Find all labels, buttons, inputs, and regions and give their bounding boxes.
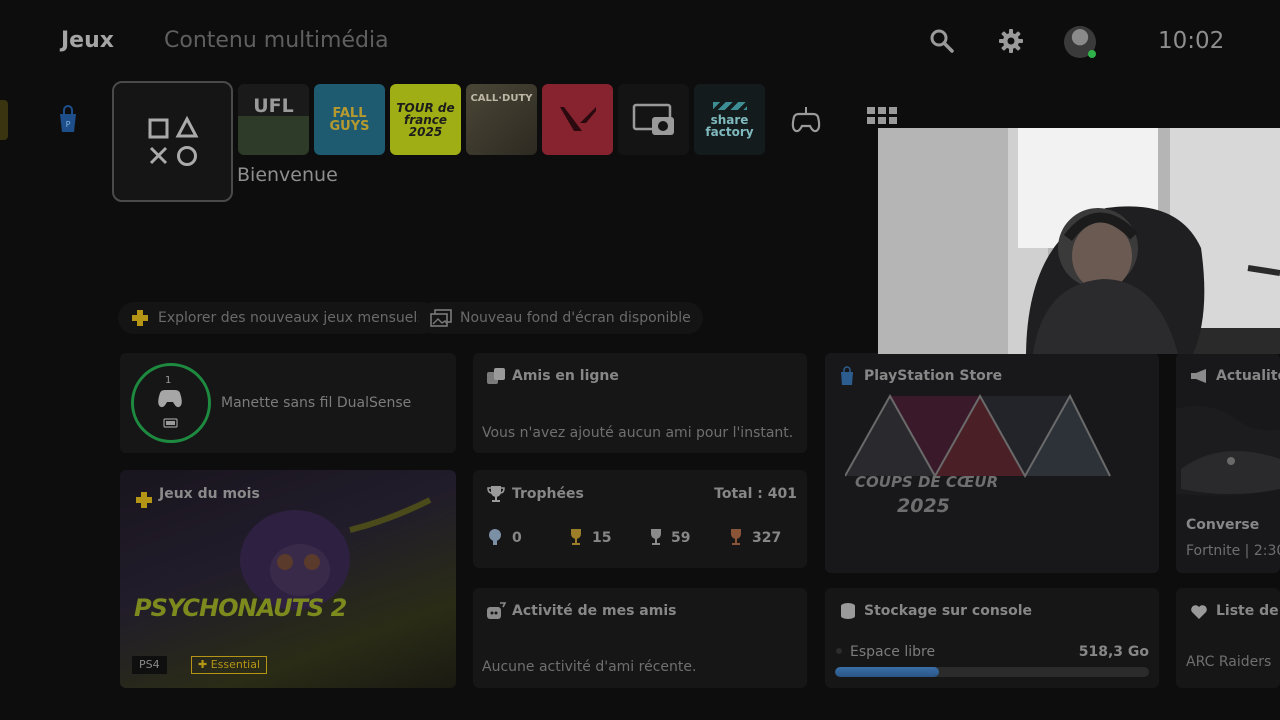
partial-tile-left[interactable] bbox=[0, 100, 8, 140]
news-sneaker-art bbox=[1176, 405, 1280, 496]
platinum-trophy-icon bbox=[489, 529, 501, 545]
storage-free-value: 518,3 Go bbox=[1078, 644, 1149, 660]
tab-media[interactable]: Contenu multimédia bbox=[164, 28, 389, 53]
game-tile-valorant[interactable] bbox=[542, 84, 613, 155]
game-tile-tour-de-france[interactable]: TOUR de france 2025 bbox=[390, 84, 461, 155]
store-banner-line1: COUPS DE CŒUR bbox=[855, 473, 999, 491]
essential-label: Essential bbox=[210, 658, 261, 671]
essential-plus-icon: ✚ bbox=[198, 658, 211, 671]
monthly-games-card[interactable]: Jeux du mois PSYCHONAUTS 2 PS4 ✚ Essenti… bbox=[120, 470, 456, 688]
game-tile-call-of-duty[interactable]: CALL·DUTY bbox=[466, 84, 537, 155]
monthly-games-title: Jeux du mois bbox=[159, 486, 260, 502]
clapper-icon bbox=[712, 101, 747, 110]
storage-card[interactable]: Stockage sur console Espace libre 518,3 … bbox=[825, 588, 1159, 688]
webcam-feed-image bbox=[878, 128, 1280, 354]
media-gallery-icon bbox=[632, 103, 674, 135]
welcome-hub-tile[interactable] bbox=[112, 81, 233, 202]
friends-activity-message: Aucune activité d'ami récente. bbox=[482, 659, 697, 675]
bronze-trophy-icon bbox=[731, 529, 741, 545]
friends-online-title: Amis en ligne bbox=[512, 368, 619, 384]
ps-plus-icon bbox=[132, 310, 148, 326]
storage-icon bbox=[841, 603, 855, 619]
controller-card[interactable]: 1 Manette sans fil DualSense bbox=[120, 353, 456, 453]
controller-label: Manette sans fil DualSense bbox=[221, 395, 412, 411]
controller-icon bbox=[791, 106, 820, 132]
search-icon[interactable] bbox=[929, 28, 955, 54]
wishlist-item: ARC Raiders bbox=[1186, 654, 1272, 670]
game-tile-fall-guys[interactable]: FALL GUYS bbox=[314, 84, 385, 155]
clock: 10:02 bbox=[1158, 28, 1225, 54]
essential-badge: ✚ Essential bbox=[191, 656, 268, 674]
media-gallery-tile[interactable] bbox=[618, 84, 689, 155]
playstation-store-card[interactable]: PlayStation Store COUPS DE CŒUR 2025 bbox=[825, 353, 1159, 573]
ps-store-icon[interactable]: P bbox=[54, 104, 82, 134]
gold-trophy-icon bbox=[571, 529, 581, 545]
storage-bar-fill bbox=[835, 667, 939, 677]
storage-bar bbox=[835, 667, 1149, 677]
wishlist-card[interactable]: Liste de so ARC Raiders bbox=[1176, 588, 1280, 688]
store-banner-art bbox=[845, 393, 1111, 479]
friends-activity-title: Activité de mes amis bbox=[512, 603, 677, 619]
wishlist-title: Liste de so bbox=[1216, 603, 1280, 619]
online-status-dot bbox=[1088, 50, 1096, 58]
explore-monthly-games-link[interactable]: Explorer des nouveaux jeux mensuels bbox=[118, 302, 437, 334]
trophies-title: Trophées bbox=[512, 486, 584, 502]
new-wallpaper-link[interactable]: Nouveau fond d'écran disponible bbox=[418, 302, 703, 334]
store-bag-icon bbox=[841, 366, 853, 385]
friends-activity-card[interactable]: Activité de mes amis Aucune activité d'a… bbox=[473, 588, 807, 688]
playstation-symbols-icon bbox=[148, 115, 198, 166]
store-title: PlayStation Store bbox=[864, 368, 1003, 384]
game-tile-ufl[interactable]: UFL bbox=[238, 84, 309, 155]
friends-activity-icon bbox=[487, 602, 507, 619]
trophies-card[interactable]: Trophées Total : 401 0 15 59 327 bbox=[473, 470, 807, 568]
storage-title: Stockage sur console bbox=[864, 603, 1033, 619]
dualsense-icon bbox=[158, 390, 182, 408]
trophy-icon bbox=[487, 486, 505, 502]
remote-play-tile[interactable] bbox=[770, 84, 841, 155]
wallpaper-icon bbox=[430, 309, 452, 327]
gear-icon[interactable] bbox=[998, 28, 1024, 54]
news-item-sub: Fortnite | 2:30 bbox=[1186, 543, 1280, 559]
svg-text:P: P bbox=[66, 120, 71, 129]
gold-count: 15 bbox=[592, 530, 612, 546]
platinum-count: 0 bbox=[512, 530, 522, 546]
battery-icon bbox=[163, 418, 178, 428]
tab-games[interactable]: Jeux bbox=[61, 28, 114, 53]
silver-trophy-icon bbox=[651, 529, 661, 545]
silver-count: 59 bbox=[671, 530, 691, 546]
friends-icon bbox=[487, 368, 505, 384]
game-tile-share-factory[interactable]: share factory bbox=[694, 84, 765, 155]
news-item-title: Converse bbox=[1186, 517, 1260, 533]
store-banner-line2: 2025 bbox=[897, 495, 950, 517]
monthly-game-logo: PSYCHONAUTS 2 bbox=[134, 594, 347, 622]
bronze-count: 327 bbox=[752, 530, 782, 546]
friends-online-message: Vous n'avez ajouté aucun ami pour l'inst… bbox=[482, 425, 794, 441]
controller-number: 1 bbox=[165, 375, 172, 386]
welcome-label: Bienvenue bbox=[237, 164, 338, 186]
explore-monthly-games-label: Explorer des nouveaux jeux mensuels bbox=[158, 310, 425, 326]
storage-legend-dot bbox=[836, 648, 842, 654]
news-title: Actualités bbox=[1216, 368, 1280, 384]
trophies-total: Total : 401 bbox=[714, 486, 797, 502]
megaphone-icon bbox=[1191, 369, 1206, 383]
new-wallpaper-label: Nouveau fond d'écran disponible bbox=[460, 310, 691, 326]
heart-icon bbox=[1191, 605, 1207, 619]
valorant-logo-icon bbox=[559, 106, 596, 131]
ps-plus-icon bbox=[136, 492, 152, 508]
platform-badge: PS4 bbox=[132, 656, 167, 674]
news-card[interactable]: Actualités Converse Fortnite | 2:30 bbox=[1176, 353, 1280, 573]
storage-free-label: Espace libre bbox=[850, 644, 936, 660]
webcam-overlay bbox=[878, 128, 1280, 354]
friends-online-card[interactable]: Amis en ligne Vous n'avez ajouté aucun a… bbox=[473, 353, 807, 453]
